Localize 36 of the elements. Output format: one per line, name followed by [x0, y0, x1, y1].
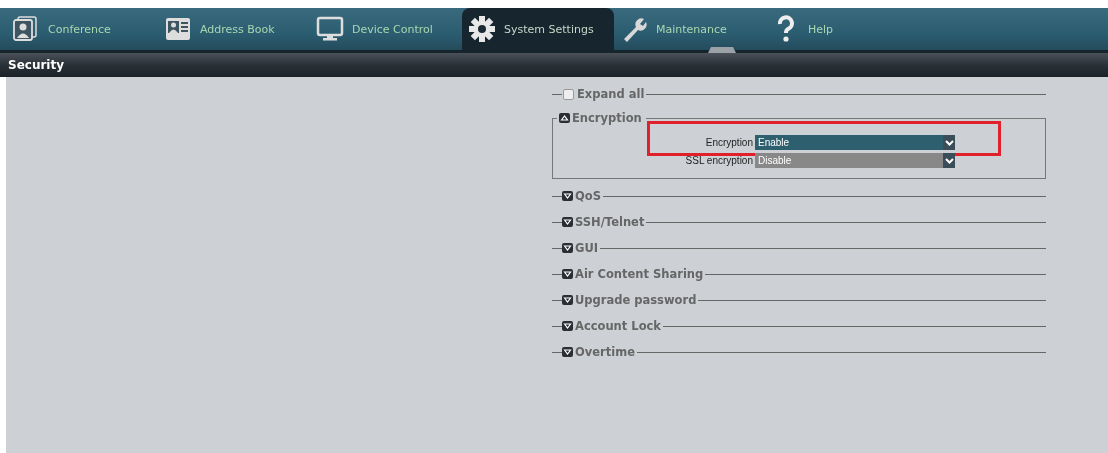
section-title: QoS	[575, 189, 601, 203]
expand-icon[interactable]	[562, 295, 573, 305]
dropdown[interactable]: Enable	[755, 135, 955, 150]
dropdown[interactable]: Disable	[755, 153, 955, 168]
nav-tab[interactable]: Maintenance	[614, 8, 766, 50]
people-icon	[12, 15, 40, 43]
settings-icon	[468, 15, 496, 43]
section-title: Air Content Sharing	[575, 267, 704, 281]
nav-tab[interactable]: Address Book	[158, 8, 310, 50]
expand-icon[interactable]	[562, 347, 573, 357]
monitor-icon	[316, 15, 344, 43]
expand-icon[interactable]	[562, 269, 573, 279]
nav-tab[interactable]: System Settings	[462, 8, 614, 50]
section-title: Account Lock	[575, 319, 661, 333]
contact-card-icon	[164, 15, 192, 43]
expand-icon[interactable]	[562, 321, 573, 331]
chevron-icon	[944, 157, 954, 164]
chevron-icon	[944, 139, 954, 146]
field-label: Encryption	[704, 137, 754, 148]
pointer-icon	[708, 47, 736, 53]
section-title: Overtime	[575, 345, 635, 359]
collapse-icon[interactable]	[559, 113, 570, 123]
page-title: Security	[8, 58, 65, 72]
nav-tab[interactable]: Device Control	[310, 8, 462, 50]
expand-icon[interactable]	[562, 243, 573, 253]
section-title: Encryption	[572, 111, 642, 125]
checkbox-label: Expand all	[577, 87, 645, 101]
field-label: SSL encryption	[684, 155, 754, 166]
section-title: Upgrade password	[575, 293, 697, 307]
nav-tab[interactable]: Help	[766, 8, 918, 50]
expand-icon[interactable]	[562, 191, 573, 201]
section-title: SSH/Telnet	[575, 215, 645, 229]
section-title: GUI	[575, 241, 599, 255]
nav-tab[interactable]: Conference	[6, 8, 158, 50]
expand-icon[interactable]	[562, 217, 573, 227]
checkbox[interactable]	[563, 88, 574, 100]
